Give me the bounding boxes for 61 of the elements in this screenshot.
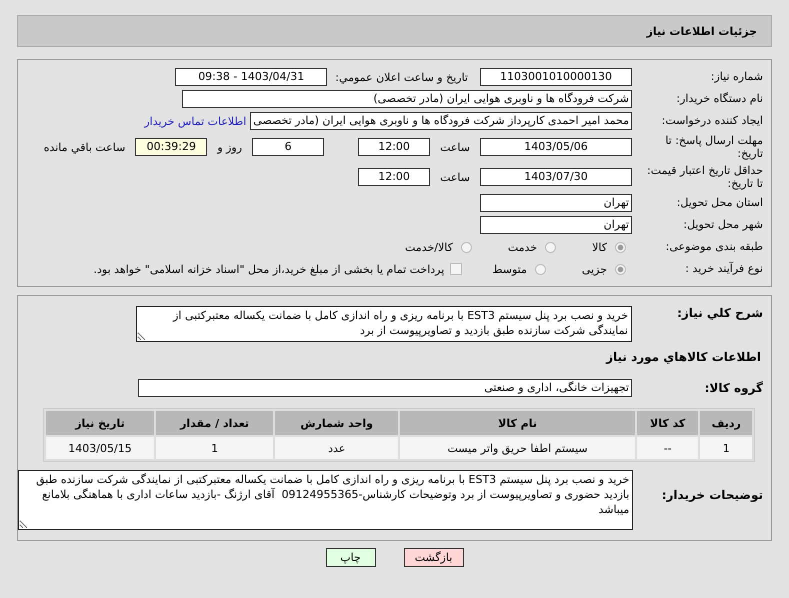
- field-label: تاریخ و ساعت اعلان عمومي:: [335, 70, 468, 84]
- goods-group-field: تجهيزات خانگی، اداری و صنعتی: [138, 379, 632, 397]
- field-label: نوع فرآیند خرید :: [684, 262, 763, 276]
- radio-button[interactable]: [615, 264, 626, 274]
- radio-label: جزیی: [582, 262, 607, 276]
- column-header: تاریخ نیاز: [46, 411, 154, 435]
- column-header: واحد شمارش: [275, 411, 398, 435]
- table-cell: 1: [700, 437, 752, 459]
- time-field: 12:00: [358, 168, 430, 186]
- field-label: نام دستگاه خریدار:: [675, 92, 763, 106]
- action-button[interactable]: بازگشت: [404, 548, 464, 567]
- announce-date-field: 1403/04/31 - 09:38: [175, 68, 328, 86]
- field-label: گروه کالا:: [704, 380, 763, 396]
- column-header: کد کالا: [636, 411, 698, 435]
- requester-field: محمد امیر احمدی کارپرداز شرکت فرودگاه ها و ناوبری هوایی ایران (مادر تخصصی: [250, 112, 632, 130]
- column-header: تعداد / مقدار: [156, 411, 274, 435]
- summary-field[interactable]: خرید و نصب برد پنل سیستم EST3 با برنامه ریزی و راه اندازی کامل با ضمانت یکساله معتبرکتبی از نمایندگی شرکت سازنده طبق بازدید و تصاویرپیوست از برد: [136, 306, 632, 342]
- table-cell: --: [636, 437, 698, 459]
- date-field: 1403/07/30: [480, 168, 632, 186]
- field-label: شهر محل تحویل:: [682, 218, 763, 232]
- province-field: تهران: [480, 194, 632, 212]
- field-label: توضیحات خریدار:: [660, 487, 763, 502]
- remaining-label: ساعت باقي مانده: [44, 140, 126, 154]
- section-heading: اطلاعات کالاهاي مورد نياز: [604, 349, 762, 366]
- notes-field[interactable]: خرید و نصب برد پنل سیستم EST3 با برنامه ریزی و راه اندازی کامل با ضمانت یکساله معتبرکتبی از نمایندگی شرکت سازنده طبق بازدید حضوری و تصاویرپیوست از برد وتوضیحات کارشناس-09124955365 آقای ارژنگ -بازدید ساعات اداری با هماهنگی بلامانع میباشد: [18, 470, 634, 530]
- checkbox[interactable]: [450, 263, 462, 275]
- table-cell: عدد: [275, 437, 398, 459]
- radio-button[interactable]: [534, 264, 546, 274]
- buyer-field: شرکت فرودگاه ها و ناوبری هوایی ایران (مادر تخصصی): [182, 90, 632, 108]
- table-cell: 1403/05/15: [46, 437, 154, 459]
- column-header: نام کالا: [400, 411, 635, 435]
- page-title: جزئیات اطلاعات نیاز: [646, 24, 757, 38]
- field-label: مهلت ارسال پاسخ: تا تاریخ:: [664, 134, 763, 160]
- contact-link[interactable]: اطلاعات تماس خریدار: [144, 114, 246, 128]
- city-field: تهران: [480, 216, 632, 234]
- action-button[interactable]: چاپ: [326, 548, 376, 567]
- radio-label: کالا/خدمت: [405, 240, 453, 254]
- field-label: استان محل تحویل:: [676, 196, 763, 210]
- date-field: 1403/05/06: [480, 138, 632, 156]
- radio-label: متوسط: [492, 262, 527, 276]
- field-label: حداقل تاریخ اعتبار قیمت: تا تاریخ:: [646, 164, 763, 190]
- field-label: طبقه بندی موضوعی:: [664, 240, 763, 254]
- radio-label: کالا: [592, 240, 607, 254]
- table-cell: سیستم اطفا حریق واتر میست: [400, 437, 635, 459]
- time-field: 12:00: [358, 138, 430, 156]
- need-number-field: 1103001010000130: [480, 68, 632, 86]
- radio-button[interactable]: [545, 242, 556, 252]
- field-label: شماره نیاز:: [710, 70, 763, 84]
- field-label: ایجاد کننده درخواست:: [660, 114, 763, 128]
- days-label: روز و: [217, 140, 242, 154]
- radio-button[interactable]: [460, 242, 472, 252]
- remaining-time-field: 00:39:29: [135, 138, 208, 156]
- radio-button[interactable]: [615, 242, 626, 252]
- time-label: ساعت: [440, 140, 470, 154]
- radio-label: خدمت: [508, 240, 538, 254]
- column-header: ردیف: [700, 411, 752, 435]
- field-label: شرح کلي نياز:: [676, 306, 763, 320]
- table-cell: 1: [156, 437, 274, 459]
- days-field: 6: [252, 138, 324, 156]
- time-label: ساعت: [440, 170, 470, 184]
- checkbox-label: پرداخت تمام یا بخشی از مبلغ خرید،از محل "اسناد خزانه اسلامی" خواهد بود.: [94, 262, 444, 276]
